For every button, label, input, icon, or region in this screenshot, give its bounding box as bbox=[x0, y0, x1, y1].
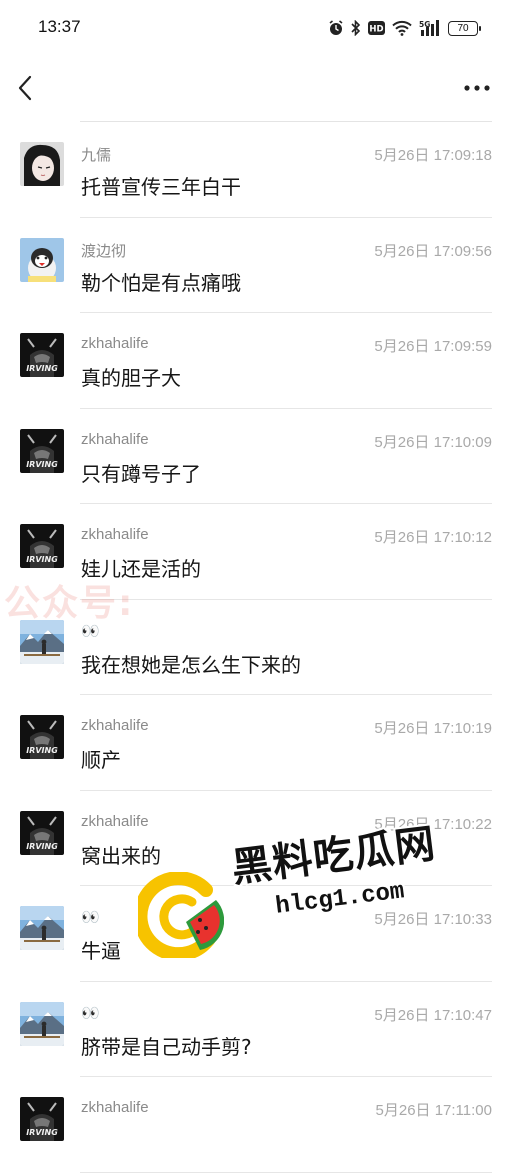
avatar[interactable]: IRVING bbox=[20, 715, 64, 759]
more-button[interactable] bbox=[462, 76, 492, 100]
svg-text:IRVING: IRVING bbox=[26, 1128, 58, 1137]
avatar[interactable]: IRVING bbox=[20, 810, 64, 855]
sender-name: zkhahalife bbox=[81, 717, 149, 734]
sender-name: zkhahalife bbox=[81, 1099, 149, 1116]
message-time: 5月26日 17:10:19 bbox=[374, 720, 492, 737]
avatar-irving-icon: IRVING bbox=[20, 524, 64, 568]
avatar-landscape-icon bbox=[20, 619, 64, 664]
message-list: 九儒 5月26日 17:09:18 托普宣传三年白干渡边彻 5月26日 17:09:5… bbox=[0, 122, 512, 1173]
avatar[interactable] bbox=[20, 1001, 64, 1046]
avatar[interactable]: IRVING bbox=[20, 1097, 64, 1141]
message-text: 脐带是自己动手剪? bbox=[81, 1034, 252, 1059]
message-text: 托普宣传三年白干 bbox=[81, 175, 241, 199]
message-item[interactable]: IRVING zkhahalife 5月26日 17:10:22 窝出来的 bbox=[0, 791, 512, 886]
message-time: 5月26日 17:09:18 bbox=[374, 147, 492, 164]
sender-name: 👀 bbox=[81, 1004, 100, 1022]
sender-name: 渡边彻 bbox=[81, 242, 127, 260]
message-time: 5月26日 17:10:22 bbox=[374, 815, 492, 833]
message-item[interactable]: 渡边彻 5月26日 17:09:56 勒个怕是有点痛哦 bbox=[0, 218, 512, 313]
svg-text:IRVING: IRVING bbox=[26, 460, 58, 469]
svg-text:IRVING: IRVING bbox=[26, 842, 58, 851]
message-divider bbox=[80, 1171, 492, 1173]
battery-level: 70 bbox=[457, 22, 469, 34]
message-time: 5月26日 17:10:12 bbox=[374, 529, 492, 546]
message-text: 窝出来的 bbox=[81, 843, 161, 868]
nav-bar bbox=[0, 60, 512, 116]
bluetooth-icon bbox=[351, 20, 361, 36]
avatar[interactable] bbox=[20, 619, 64, 664]
message-item[interactable]: IRVING zkhahalife 5月26日 17:10:19 顺产 bbox=[0, 695, 512, 791]
avatar-irving-icon: IRVING bbox=[20, 1097, 64, 1141]
message-time: 5月26日 17:09:56 bbox=[374, 242, 492, 260]
message-item[interactable]: 👀 5月26日 17:10:47 脐带是自己动手剪? bbox=[0, 982, 512, 1077]
sender-name: zkhahalife bbox=[81, 335, 149, 352]
avatar[interactable]: IRVING bbox=[20, 333, 64, 377]
message-item[interactable]: IRVING zkhahalife 5月26日 17:10:12 娃儿还是活的 bbox=[0, 504, 512, 600]
avatar[interactable]: IRVING bbox=[20, 428, 64, 473]
message-text: 顺产 bbox=[81, 748, 121, 772]
5g-signal-icon: 5G bbox=[419, 20, 439, 36]
avatar-landscape-icon bbox=[20, 906, 64, 950]
hd-icon: HD bbox=[368, 21, 385, 35]
avatar-penguin-icon bbox=[20, 237, 64, 282]
avatar-irving-icon: IRVING bbox=[20, 810, 64, 855]
message-time: 5月26日 17:11:00 bbox=[375, 1102, 492, 1119]
chevron-left-icon bbox=[18, 75, 32, 101]
message-text: 我在想她是怎么生下来的 bbox=[81, 652, 301, 677]
status-bar: 13:37 HD 5G 70 bbox=[0, 0, 512, 56]
message-text: 娃儿还是活的 bbox=[81, 557, 201, 581]
sender-name: 👀 bbox=[81, 909, 100, 926]
avatar[interactable] bbox=[20, 142, 64, 186]
message-item[interactable]: IRVING zkhahalife 5月26日 17:10:09 只有蹲号子了 bbox=[0, 409, 512, 504]
back-button[interactable] bbox=[12, 72, 42, 104]
message-item[interactable]: 👀 5月26日 17:10:33 牛逼 bbox=[0, 886, 512, 982]
svg-text:IRVING: IRVING bbox=[26, 746, 58, 755]
status-icons: HD 5G 70 bbox=[328, 18, 481, 38]
avatar[interactable] bbox=[20, 906, 64, 950]
svg-text:IRVING: IRVING bbox=[26, 364, 58, 373]
avatar-irving-icon: IRVING bbox=[20, 333, 64, 377]
message-item[interactable]: 九儒 5月26日 17:09:18 托普宣传三年白干 bbox=[0, 122, 512, 218]
avatar-anime-icon bbox=[20, 142, 64, 186]
status-time: 13:37 bbox=[38, 17, 81, 36]
alarm-icon bbox=[329, 20, 343, 35]
avatar-irving-icon: IRVING bbox=[20, 715, 64, 759]
avatar[interactable] bbox=[20, 237, 64, 282]
message-time: 5月26日 17:10:33 bbox=[374, 911, 492, 928]
sender-name: zkhahalife bbox=[81, 812, 149, 830]
message-item[interactable]: IRVING zkhahalife 5月26日 17:09:59 真的胆子大 bbox=[0, 313, 512, 409]
message-text: 牛逼 bbox=[81, 939, 121, 963]
more-dots-icon bbox=[464, 85, 490, 91]
message-text: 勒个怕是有点痛哦 bbox=[81, 270, 241, 295]
avatar[interactable]: IRVING bbox=[20, 524, 64, 568]
svg-text:IRVING: IRVING bbox=[26, 555, 58, 564]
sender-name: 👀 bbox=[81, 622, 100, 640]
sender-name: zkhahalife bbox=[81, 430, 149, 448]
svg-text:HD: HD bbox=[369, 25, 383, 35]
battery-icon: 70 bbox=[448, 20, 481, 36]
wifi-icon bbox=[392, 20, 412, 36]
sender-name: zkhahalife bbox=[81, 526, 149, 543]
avatar-landscape-icon bbox=[20, 1001, 64, 1046]
message-time: 5月26日 17:10:09 bbox=[374, 433, 492, 451]
message-time: 5月26日 17:09:59 bbox=[374, 338, 492, 355]
avatar-irving-icon: IRVING bbox=[20, 428, 64, 473]
message-text: 真的胆子大 bbox=[81, 366, 181, 390]
message-text: 只有蹲号子了 bbox=[81, 461, 201, 486]
message-item[interactable]: 👀 我在想她是怎么生下来的 bbox=[0, 600, 512, 695]
message-time: 5月26日 17:10:47 bbox=[374, 1006, 492, 1024]
sender-name: 九儒 bbox=[81, 147, 112, 164]
